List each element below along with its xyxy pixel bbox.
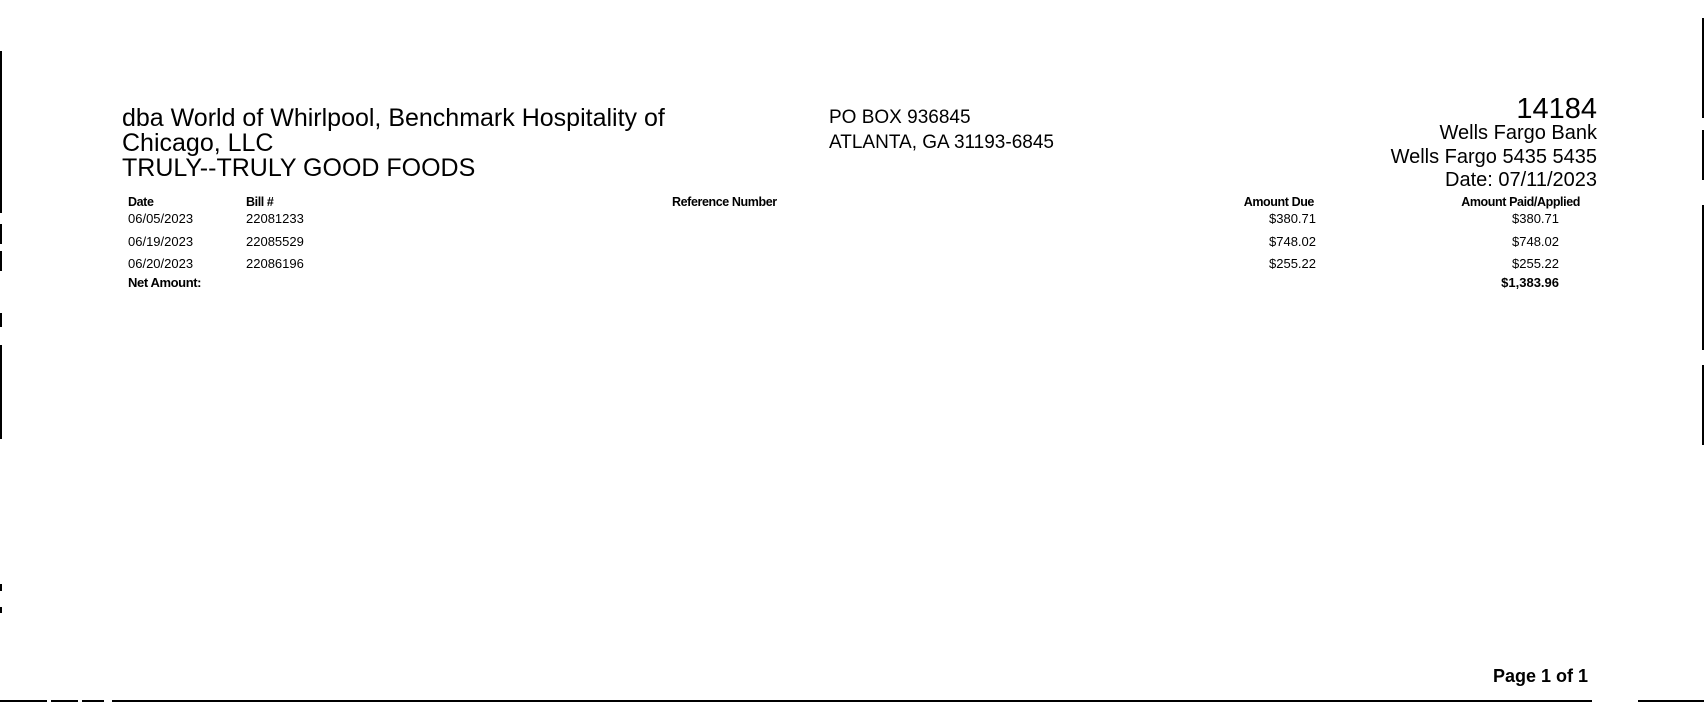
row-amount-due: $748.02 (1269, 234, 1316, 249)
scan-edge-mark (0, 607, 2, 613)
scan-edge-mark (0, 251, 2, 271)
row-amount-paid: $748.02 (1512, 234, 1559, 249)
net-amount-label: Net Amount: (128, 275, 202, 290)
row-date: 06/20/2023 (128, 256, 194, 271)
net-amount-total: $1,383.96 (1501, 275, 1559, 290)
header-bill: Bill # (246, 195, 274, 209)
payee-line: Chicago, LLC (122, 129, 274, 157)
row-bill: 22081233 (246, 211, 304, 226)
row-date: 06/05/2023 (128, 211, 194, 226)
payee-line: dba World of Whirlpool, Benchmark Hospit… (122, 104, 665, 132)
header-reference: Reference Number (672, 195, 777, 209)
row-amount-due: $255.22 (1269, 256, 1316, 271)
row-bill: 22085529 (246, 234, 304, 249)
scan-edge-mark (0, 51, 2, 213)
row-date: 06/19/2023 (128, 234, 194, 249)
address-line: PO BOX 936845 (829, 107, 971, 128)
header-amount-due: Amount Due (1243, 195, 1315, 209)
scan-edge-mark (0, 584, 2, 591)
bank-name: Wells Fargo Bank (1439, 122, 1597, 144)
address-line: ATLANTA, GA 31193-6845 (829, 132, 1054, 153)
header-date: Date (128, 195, 154, 209)
row-amount-paid: $380.71 (1512, 211, 1559, 226)
scan-edge-mark (0, 313, 2, 327)
row-bill: 22086196 (246, 256, 304, 271)
header-amount-paid: Amount Paid/Applied (1461, 195, 1580, 209)
row-amount-paid: $255.22 (1512, 256, 1559, 271)
payee-name: dba World of Whirlpool, Benchmark Hospit… (122, 106, 665, 181)
check-number: 14184 (1516, 93, 1597, 125)
remit-address: PO BOX 936845 ATLANTA, GA 31193-6845 (829, 105, 1054, 155)
row-amount-due: $380.71 (1269, 211, 1316, 226)
bank-account: Wells Fargo 5435 5435 (1390, 146, 1597, 168)
check-date: Date: 07/11/2023 (1445, 169, 1597, 191)
payee-line: TRULY--TRULY GOOD FOODS (122, 154, 476, 182)
page-number: Page 1 of 1 (1492, 666, 1588, 686)
scan-edge-mark (0, 345, 2, 439)
scan-edge-mark (0, 224, 2, 244)
